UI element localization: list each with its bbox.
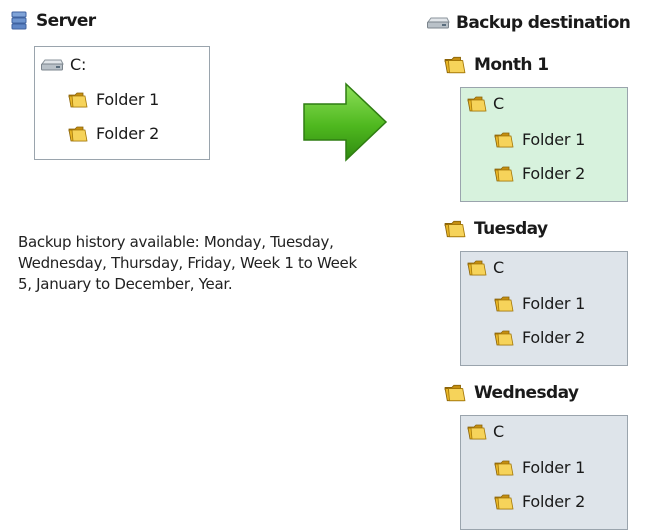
right-arrow-icon (302, 82, 388, 166)
backup-folder-row: Folder 2 (494, 492, 585, 511)
folder-icon (467, 95, 487, 113)
server-folder-label: Folder 1 (96, 90, 160, 109)
server-folder-label: Folder 2 (96, 124, 160, 143)
backup-set-name: Month 1 (474, 55, 549, 75)
server-folder-row: Folder 1 (68, 90, 159, 109)
destination-header: Backup destination (426, 13, 631, 33)
backup-history-note: Backup history available: Monday, Tuesda… (18, 233, 357, 293)
server-drive-row: C: (40, 55, 86, 74)
backup-drive-label: C (493, 258, 504, 277)
backup-folder-label: Folder 1 (522, 130, 586, 149)
server-title: Server (36, 11, 96, 31)
backup-folder-row: Folder 2 (494, 164, 585, 183)
server-icon (10, 11, 28, 31)
folder-icon (494, 295, 514, 313)
folder-icon (467, 423, 487, 441)
backup-drive-row: C (467, 258, 504, 277)
folder-icon (494, 329, 514, 347)
backup-folder-row: Folder 1 (494, 458, 585, 477)
backup-folder-label: Folder 2 (522, 328, 586, 347)
backup-drive-row: C (467, 94, 504, 113)
backup-set-header: Tuesday (444, 219, 548, 239)
folder-icon (444, 219, 466, 239)
destination-title: Backup destination (456, 13, 631, 33)
backup-drive-label: C (493, 94, 504, 113)
folder-icon (494, 131, 514, 149)
backup-folder-label: Folder 2 (522, 164, 586, 183)
backup-set-name: Tuesday (474, 219, 548, 239)
folder-icon (467, 259, 487, 277)
folder-icon (494, 493, 514, 511)
folder-icon (494, 459, 514, 477)
backup-drive-label: C (493, 422, 504, 441)
backup-drive-row: C (467, 422, 504, 441)
server-folder-row: Folder 2 (68, 124, 159, 143)
drive-icon (40, 58, 64, 72)
server-drive-label: C: (70, 55, 87, 74)
backup-folder-row: Folder 1 (494, 294, 585, 313)
backup-set-header: Month 1 (444, 55, 549, 75)
backup-folder-label: Folder 1 (522, 458, 586, 477)
backup-set-header: Wednesday (444, 383, 579, 403)
backup-folder-row: Folder 1 (494, 130, 585, 149)
server-header: Server (10, 11, 96, 31)
backup-set-name: Wednesday (474, 383, 579, 403)
folder-icon (444, 55, 466, 75)
backup-folder-row: Folder 2 (494, 328, 585, 347)
backup-folder-label: Folder 2 (522, 492, 586, 511)
folder-icon (68, 91, 88, 109)
backup-folder-label: Folder 1 (522, 294, 586, 313)
drive-icon (426, 16, 450, 30)
folder-icon (68, 125, 88, 143)
folder-icon (444, 383, 466, 403)
folder-icon (494, 165, 514, 183)
